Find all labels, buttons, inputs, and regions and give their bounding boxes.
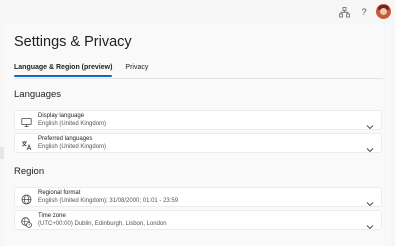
tab-language-region[interactable]: Language & Region (preview) [14, 62, 113, 77]
regional-format-setting[interactable]: Regional format English (United Kingdom)… [14, 187, 382, 207]
tab-bar: Language & Region (preview) Privacy [14, 62, 161, 77]
tab-divider [14, 78, 383, 79]
display-language-label: Display language [38, 113, 85, 119]
help-icon[interactable]: ? [357, 5, 371, 19]
regional-format-value: English (United Kingdom); 31/08/2000; 01… [38, 198, 179, 204]
region-heading: Region [14, 166, 45, 177]
monitor-icon [21, 115, 32, 127]
chevron-down-icon[interactable] [366, 117, 374, 130]
top-bar: ? [0, 0, 395, 24]
chevron-down-icon[interactable] [366, 194, 374, 207]
org-chart-icon[interactable] [337, 5, 351, 19]
tab-privacy[interactable]: Privacy [125, 62, 148, 77]
chevron-down-icon[interactable] [366, 140, 374, 153]
time-zone-setting[interactable]: Time zone (UTC+00:00) Dublin, Edinburgh,… [14, 210, 382, 230]
globe-clock-icon [21, 215, 32, 228]
display-language-value: English (United Kingdom) [38, 121, 107, 127]
globe-icon [21, 192, 32, 205]
regional-format-label: Regional format [38, 190, 81, 196]
time-zone-value: (UTC+00:00) Dublin, Edinburgh, Lisbon, L… [38, 221, 167, 227]
preferred-languages-value: English (United Kingdom) [38, 144, 107, 150]
preferred-languages-label: Preferred languages [38, 136, 93, 142]
page-title: Settings & Privacy [14, 34, 132, 50]
translate-icon [21, 138, 32, 151]
time-zone-label: Time zone [38, 213, 66, 219]
languages-heading: Languages [14, 89, 62, 100]
display-language-setting[interactable]: Display language English (United Kingdom… [14, 110, 382, 130]
avatar[interactable] [376, 4, 391, 19]
preferred-languages-setting[interactable]: Preferred languages English (United King… [14, 133, 382, 153]
chevron-down-icon[interactable] [366, 217, 374, 230]
